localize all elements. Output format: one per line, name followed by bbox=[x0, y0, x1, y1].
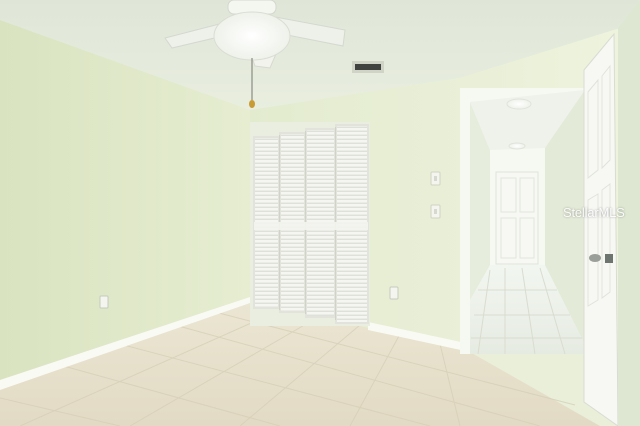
watermark-text: StellarMLS bbox=[563, 205, 625, 220]
hallway-light-icon bbox=[508, 142, 526, 150]
closet-doors bbox=[253, 124, 369, 324]
room-photo: StellarMLS bbox=[0, 0, 640, 426]
room-illustration bbox=[0, 0, 640, 426]
hallway-light-icon bbox=[506, 98, 532, 110]
air-vent-icon bbox=[352, 61, 384, 73]
open-door bbox=[583, 32, 619, 426]
door-knob-icon bbox=[589, 254, 601, 262]
